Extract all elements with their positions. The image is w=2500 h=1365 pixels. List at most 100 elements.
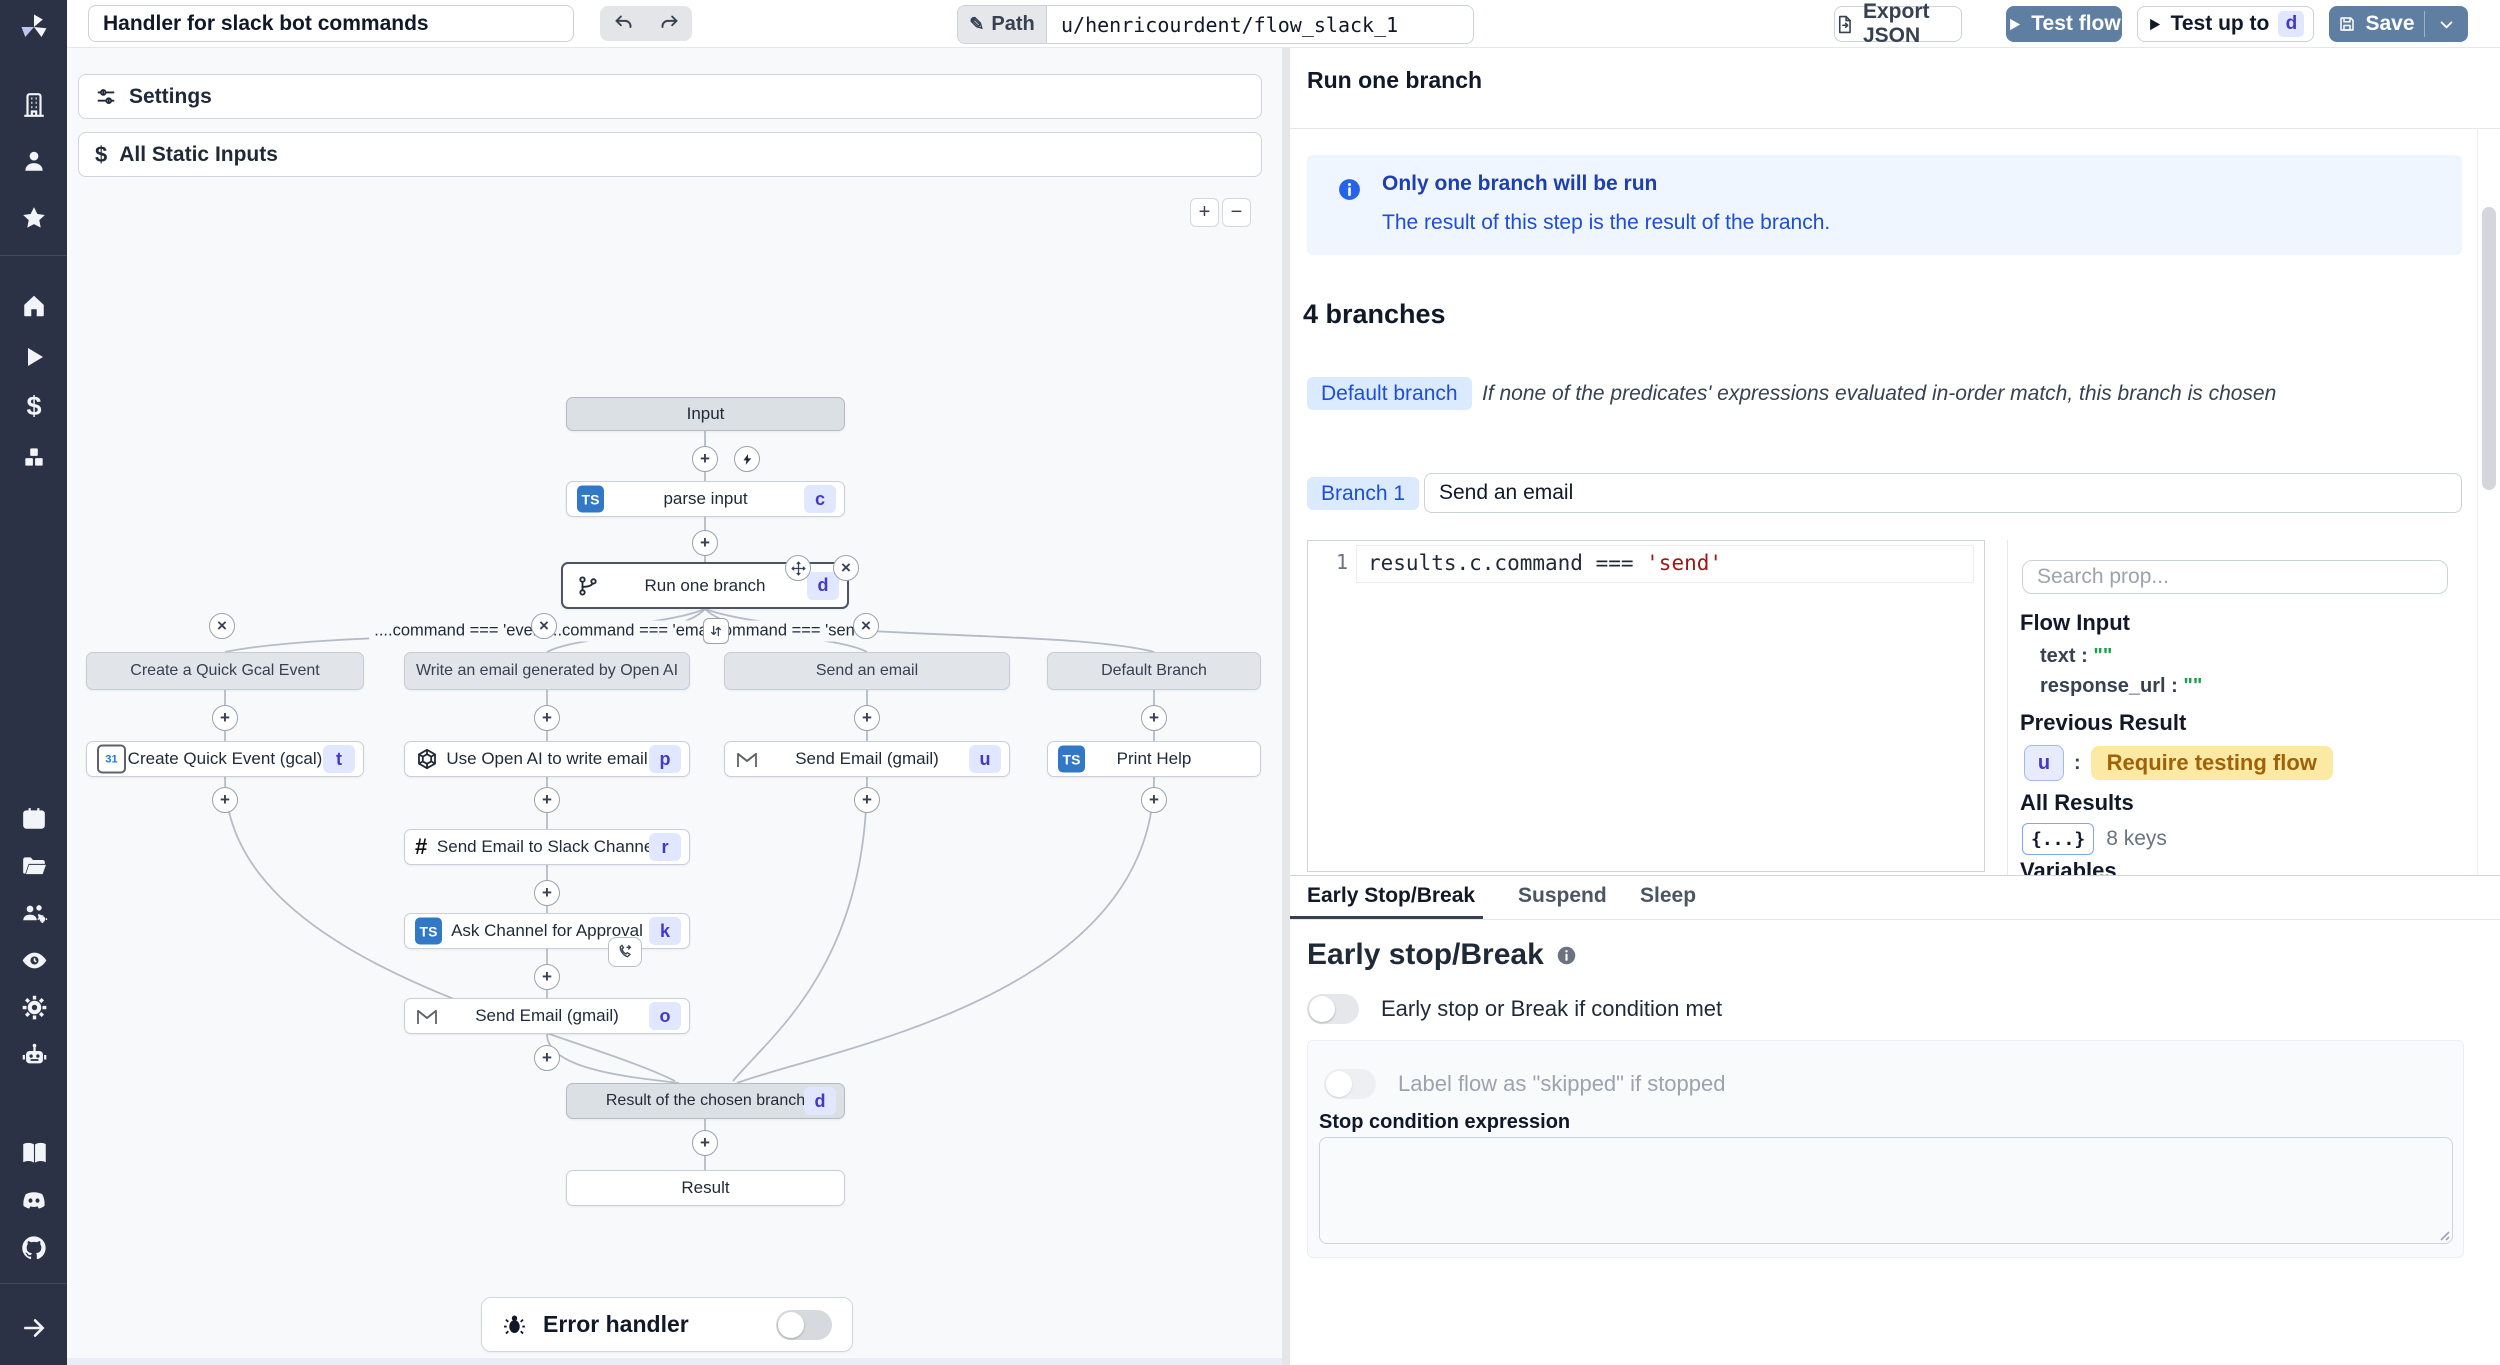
save-menu-button[interactable]	[2425, 6, 2468, 42]
add-step-button[interactable]: +	[534, 880, 560, 906]
typescript-icon: TS	[1058, 746, 1085, 773]
branch-header-node[interactable]: Create a Quick Gcal Event	[86, 652, 364, 690]
step-id-badge: r	[649, 833, 681, 861]
error-handler-bar[interactable]: Error handler	[481, 1297, 853, 1352]
info-circle-icon[interactable]	[1556, 945, 1577, 966]
branch1-summary-input[interactable]	[1424, 473, 2462, 513]
add-step-button[interactable]: +	[692, 446, 718, 472]
panel-scrollbar[interactable]	[2482, 207, 2496, 490]
audit-eye-icon[interactable]	[20, 946, 48, 974]
step-node-gmail-send[interactable]: Send Email (gmail) u	[724, 741, 1010, 777]
openai-icon	[415, 747, 439, 771]
stop-condition-textarea[interactable]	[1319, 1137, 2453, 1244]
undo-icon[interactable]	[613, 13, 634, 34]
path-edit-button[interactable]: ✎ Path	[958, 6, 1047, 43]
step-node-openai[interactable]: Use Open AI to write email p	[404, 741, 690, 777]
play-icon	[2147, 17, 2162, 32]
branch-header-node[interactable]: Write an email generated by Open AI	[404, 652, 690, 690]
add-step-button[interactable]: +	[854, 705, 880, 731]
suspend-phone-icon	[608, 937, 642, 967]
all-results-row[interactable]: {...} 8 keys	[2022, 823, 2167, 855]
info-title: Only one branch will be run	[1382, 172, 1657, 196]
delete-step-button[interactable]: ×	[833, 555, 859, 581]
remove-branch-button[interactable]: ×	[209, 613, 235, 639]
ai-bot-icon[interactable]	[20, 1041, 48, 1069]
runs-play-icon[interactable]	[20, 343, 48, 371]
step-node-approval[interactable]: TS Ask Channel for Approval k	[404, 913, 690, 949]
gmail-icon	[735, 747, 759, 771]
home-icon[interactable]	[20, 292, 48, 320]
step-node-gmail-final[interactable]: Send Email (gmail) o	[404, 998, 690, 1034]
resources-boxes-icon[interactable]	[20, 443, 48, 471]
error-handler-toggle[interactable]	[776, 1310, 832, 1340]
previous-result-row[interactable]: u : Require testing flow	[2024, 745, 2333, 781]
add-step-button[interactable]: +	[212, 787, 238, 813]
early-stop-card: Label flow as "skipped" if stopped Stop …	[1307, 1040, 2464, 1258]
discord-icon[interactable]	[20, 1186, 48, 1214]
move-step-button[interactable]	[785, 555, 811, 581]
step-node-slack[interactable]: # Send Email to Slack Channel r	[404, 829, 690, 865]
skip-label-toggle[interactable]	[1324, 1069, 1376, 1099]
folders-icon[interactable]	[20, 852, 48, 880]
step-node-parse-input[interactable]: TS parse input c	[566, 481, 845, 517]
workspace-icon[interactable]	[20, 91, 48, 119]
redo-icon[interactable]	[659, 13, 680, 34]
schedules-calendar-icon[interactable]	[20, 805, 48, 833]
input-node[interactable]: Input	[566, 397, 845, 431]
collapse-arrow-icon[interactable]	[20, 1314, 48, 1342]
add-step-button[interactable]: +	[534, 964, 560, 990]
step-node-gcal[interactable]: 31 Create Quick Event (gcal) t	[86, 741, 364, 777]
variables-dollar-icon[interactable]: $	[20, 392, 48, 420]
settings-gear-icon[interactable]	[20, 993, 48, 1021]
add-step-button[interactable]: +	[1141, 787, 1167, 813]
tab-suspend[interactable]: Suspend	[1518, 884, 1607, 908]
keys-count-label: 8 keys	[2106, 827, 2167, 851]
editor-line-number: 1	[1308, 550, 1348, 574]
panel-resize-gutter[interactable]	[1282, 47, 1290, 1365]
add-step-button[interactable]: +	[534, 1045, 560, 1071]
favorites-star-icon[interactable]	[20, 204, 48, 232]
test-up-to-button[interactable]: Test up to d	[2137, 6, 2314, 42]
predicate-code-editor[interactable]: 1 results.c.command === 'send'	[1307, 540, 1985, 872]
test-flow-button[interactable]: Test flow	[2006, 6, 2122, 42]
tab-early-stop-break[interactable]: Early Stop/Break	[1307, 884, 1475, 908]
add-step-button[interactable]: +	[854, 787, 880, 813]
remove-branch-button[interactable]: ×	[531, 613, 557, 639]
prop-row[interactable]: response_url : ""	[2040, 675, 2202, 698]
step-node-print-help[interactable]: TS Print Help	[1047, 741, 1261, 777]
add-step-button[interactable]: +	[534, 705, 560, 731]
add-step-button[interactable]: +	[692, 530, 718, 556]
result-node[interactable]: Result	[566, 1170, 845, 1206]
windmill-logo-icon[interactable]	[17, 10, 51, 44]
export-json-label: Export JSON	[1863, 0, 1961, 48]
resize-handle-icon[interactable]	[2436, 1227, 2450, 1241]
info-icon	[1337, 177, 1362, 202]
add-step-button[interactable]: +	[1141, 705, 1167, 731]
flow-canvas[interactable]: Settings $ All Static Inputs + −	[67, 47, 1282, 1365]
canvas-hscrollbar[interactable]	[67, 1358, 1282, 1365]
user-icon[interactable]	[20, 147, 48, 175]
early-stop-toggle[interactable]	[1307, 994, 1359, 1024]
search-prop-input[interactable]	[2022, 560, 2448, 594]
prev-step-id-badge: u	[2024, 745, 2064, 781]
tab-sleep[interactable]: Sleep	[1640, 884, 1696, 908]
sidebar: $	[0, 0, 67, 1365]
github-icon[interactable]	[20, 1234, 48, 1262]
prop-row[interactable]: text : ""	[2040, 645, 2112, 668]
branch-header-node[interactable]: Default Branch	[1047, 652, 1261, 690]
export-json-button[interactable]: Export JSON	[1834, 6, 1962, 42]
save-button[interactable]: Save	[2329, 6, 2424, 42]
groups-users-icon[interactable]	[20, 899, 48, 927]
branch-header-node[interactable]: Send an email	[724, 652, 1010, 690]
reorder-branches-button[interactable]	[703, 618, 729, 644]
add-step-button[interactable]: +	[534, 787, 560, 813]
trigger-lightning-button[interactable]	[734, 446, 760, 472]
docs-book-icon[interactable]	[20, 1138, 48, 1166]
remove-branch-button[interactable]: ×	[853, 613, 879, 639]
skip-toggle-label: Label flow as "skipped" if stopped	[1398, 1071, 1726, 1097]
collector-node[interactable]: Result of the chosen branch d	[566, 1083, 845, 1119]
add-step-button[interactable]: +	[692, 1130, 718, 1156]
flow-name-input[interactable]	[88, 5, 574, 42]
add-step-button[interactable]: +	[212, 705, 238, 731]
path-input[interactable]	[1047, 6, 1473, 43]
